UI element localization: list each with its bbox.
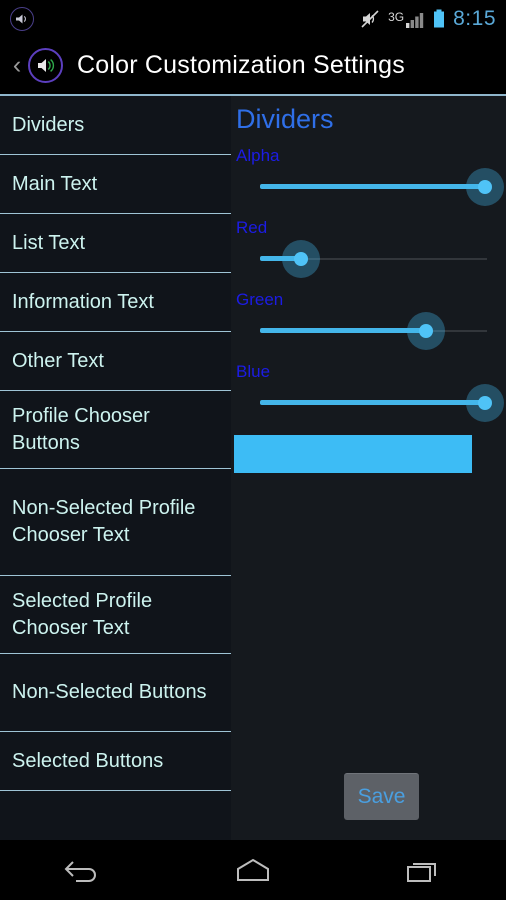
- save-button-label: Save: [357, 785, 406, 808]
- pane-title: Dividers: [236, 104, 334, 134]
- volume-circle-icon: [10, 6, 34, 31]
- signal-3g-icon: 3G: [388, 9, 425, 29]
- nav-recents-button[interactable]: [377, 845, 467, 895]
- sidebar-item-label: Other Text: [12, 349, 104, 372]
- sidebar-item[interactable]: Other Text: [0, 332, 231, 391]
- nav-home-button[interactable]: [208, 845, 298, 895]
- slider-thumb[interactable]: [293, 252, 308, 266]
- color-preview-swatch: [234, 435, 472, 473]
- sidebar-item[interactable]: Dividers: [0, 96, 231, 155]
- battery-icon: [434, 9, 445, 27]
- slider-thumb[interactable]: [477, 396, 492, 410]
- status-bar-left: [0, 6, 34, 31]
- sidebar-item-label: Non-Selected Buttons: [12, 681, 207, 703]
- sidebar-item-label: Dividers: [12, 113, 85, 136]
- sidebar-item[interactable]: Selected Buttons: [0, 732, 231, 791]
- sidebar-item-label: List Text: [12, 231, 85, 254]
- volume-speaker-icon[interactable]: [28, 48, 63, 83]
- settings-category-list[interactable]: Dividers Main Text List Text Information Te…: [0, 96, 231, 840]
- back-arrow-icon: [64, 861, 97, 882]
- slider-thumb[interactable]: [477, 180, 492, 194]
- slider-label: Red: [236, 218, 268, 237]
- sidebar-item[interactable]: Non-Selected Profile Chooser Text: [0, 469, 231, 576]
- status-bar: 3G 8:15: [0, 0, 506, 37]
- slider-blue[interactable]: [260, 384, 504, 422]
- slider-fill: [260, 400, 485, 405]
- page-title: Color Customization Settings: [77, 51, 405, 79]
- speaker-glyph: [16, 14, 26, 23]
- content-area: Dividers Main Text List Text Information Te…: [0, 96, 506, 840]
- phone-screen: 3G 8:15 ‹ Color Customization Settings D…: [0, 0, 506, 900]
- network-type-label: 3G: [388, 9, 405, 24]
- sidebar-item-label: Selected Buttons: [12, 749, 164, 772]
- recents-icon: [406, 863, 436, 882]
- volume-muted-icon: [361, 9, 379, 28]
- status-bar-right: 3G 8:15: [359, 7, 506, 31]
- back-chevron-icon[interactable]: ‹: [6, 53, 28, 78]
- sidebar-item[interactable]: Profile Chooser Buttons: [0, 391, 231, 469]
- action-bar: ‹ Color Customization Settings: [0, 37, 506, 94]
- sidebar-item-label: Profile Chooser Buttons: [12, 404, 150, 454]
- slider-label: Green: [236, 290, 284, 309]
- slider-label: Alpha: [236, 146, 280, 165]
- sidebar-item-label: Information Text: [12, 290, 154, 313]
- nav-back-button[interactable]: [39, 845, 129, 895]
- slider-fill: [260, 328, 426, 333]
- slider-red[interactable]: [260, 240, 487, 278]
- slider-green[interactable]: [260, 312, 487, 350]
- save-button[interactable]: Save: [344, 773, 419, 820]
- sidebar-item-label: Non-Selected Profile Chooser Text: [12, 497, 196, 546]
- sidebar-item-label: Main Text: [12, 172, 98, 195]
- sidebar-item[interactable]: Information Text: [0, 273, 231, 332]
- sidebar-item[interactable]: Main Text: [0, 155, 231, 214]
- sidebar-item-label: Selected Profile Chooser Text: [12, 589, 153, 639]
- signal-bars-icon: [406, 12, 424, 28]
- slider-fill: [260, 184, 485, 189]
- color-editor-pane: Dividers Alpha Red Green Blue Save: [231, 96, 506, 840]
- home-icon: [236, 858, 269, 881]
- sidebar-item[interactable]: Selected Profile Chooser Text: [0, 576, 231, 654]
- slider-label: Blue: [236, 362, 271, 381]
- slider-thumb[interactable]: [418, 324, 433, 338]
- sidebar-item[interactable]: Non-Selected Buttons: [0, 654, 231, 732]
- sidebar-item[interactable]: List Text: [0, 214, 231, 273]
- clock: 8:15: [453, 6, 496, 30]
- system-navigation-bar: [0, 840, 506, 900]
- speaker-glyph: [37, 59, 54, 72]
- slider-alpha[interactable]: [260, 168, 504, 206]
